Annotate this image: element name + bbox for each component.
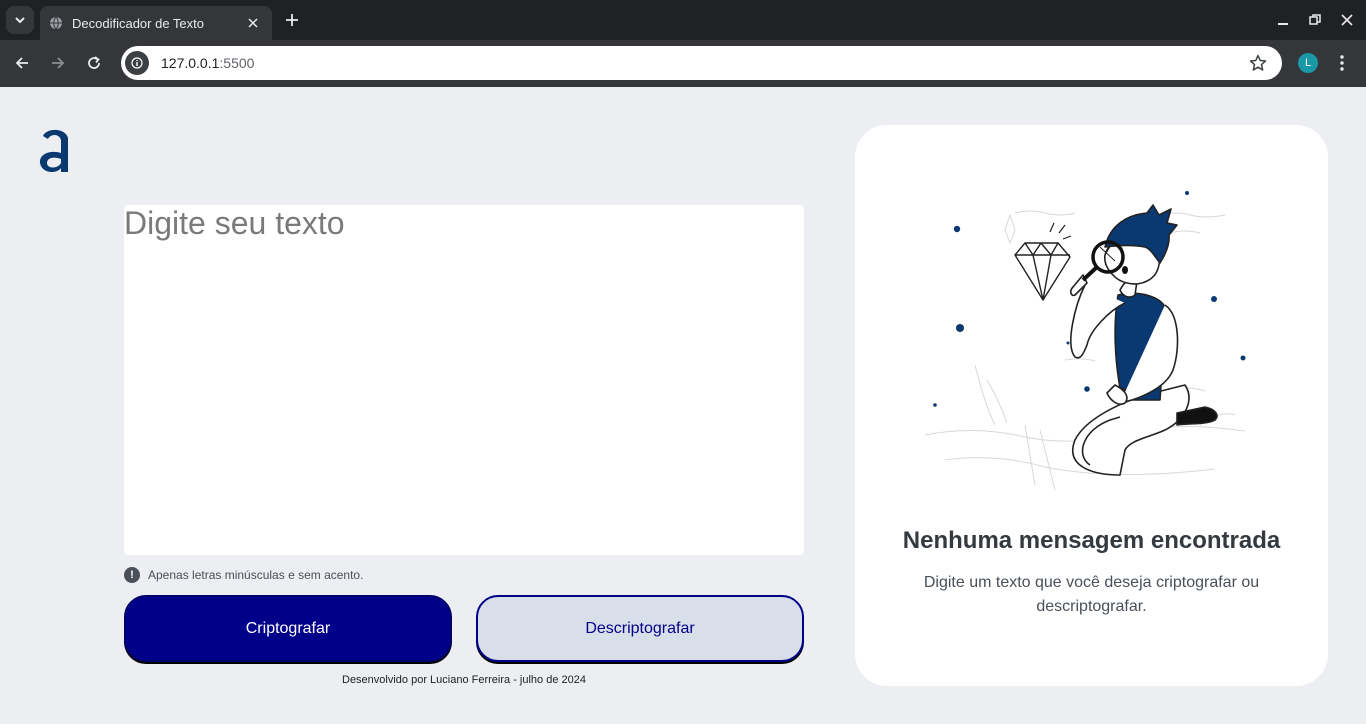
site-info-icon[interactable]: [125, 51, 149, 75]
alura-logo-icon: [38, 126, 72, 174]
bookmark-star-icon[interactable]: [1246, 51, 1270, 75]
output-title: Nenhuma mensagem encontrada: [902, 527, 1281, 554]
url-host: 127.0.0.1: [161, 55, 220, 71]
close-window-button[interactable]: [1335, 8, 1359, 32]
reload-button[interactable]: [81, 50, 107, 76]
globe-icon: [48, 15, 64, 31]
browser-tab-bar: Decodificador de Texto: [0, 0, 1366, 40]
url-text[interactable]: 127.0.0.1:5500: [161, 55, 1246, 71]
minimize-icon: [1278, 23, 1288, 25]
restore-icon: [1309, 14, 1321, 25]
tab-search-button[interactable]: [6, 6, 34, 34]
input-hint: ! Apenas letras minúsculas e sem acento.: [124, 567, 363, 583]
url-port: :5500: [219, 55, 255, 71]
more-menu-icon[interactable]: [1334, 51, 1350, 75]
hint-text: Apenas letras minúsculas e sem acento.: [148, 568, 364, 582]
restore-button[interactable]: [1303, 8, 1327, 32]
new-tab-button[interactable]: [280, 8, 304, 32]
output-description: Digite um texto que você deseja criptogr…: [923, 574, 1260, 615]
footer-credit: Desenvolvido por Luciano Ferreira - julh…: [342, 674, 586, 686]
output-panel: Nenhuma mensagem encontrada Digite um te…: [855, 125, 1328, 686]
profile-avatar[interactable]: L: [1298, 53, 1318, 73]
chevron-down-icon: [15, 17, 25, 24]
close-tab-icon[interactable]: [244, 14, 262, 32]
close-icon: [1341, 14, 1353, 26]
forward-button[interactable]: [45, 50, 71, 76]
arrow-left-icon: [15, 57, 28, 69]
reload-icon: [88, 56, 100, 69]
browser-toolbar: 127.0.0.1:5500 L: [0, 40, 1366, 87]
exclamation-icon: !: [124, 567, 140, 583]
encrypt-button[interactable]: Criptografar: [124, 595, 452, 662]
arrow-right-icon: [52, 57, 65, 69]
address-bar[interactable]: 127.0.0.1:5500: [121, 46, 1282, 80]
minimize-button[interactable]: [1271, 8, 1295, 32]
plus-icon: [286, 14, 298, 26]
decrypt-button[interactable]: Descriptografar: [476, 595, 804, 662]
tab-title: Decodificador de Texto: [72, 15, 205, 31]
person-with-magnifier-illustration: [915, 185, 1275, 505]
message-input[interactable]: [124, 205, 804, 555]
browser-tab[interactable]: Decodificador de Texto: [40, 6, 272, 40]
back-button[interactable]: [9, 50, 35, 76]
